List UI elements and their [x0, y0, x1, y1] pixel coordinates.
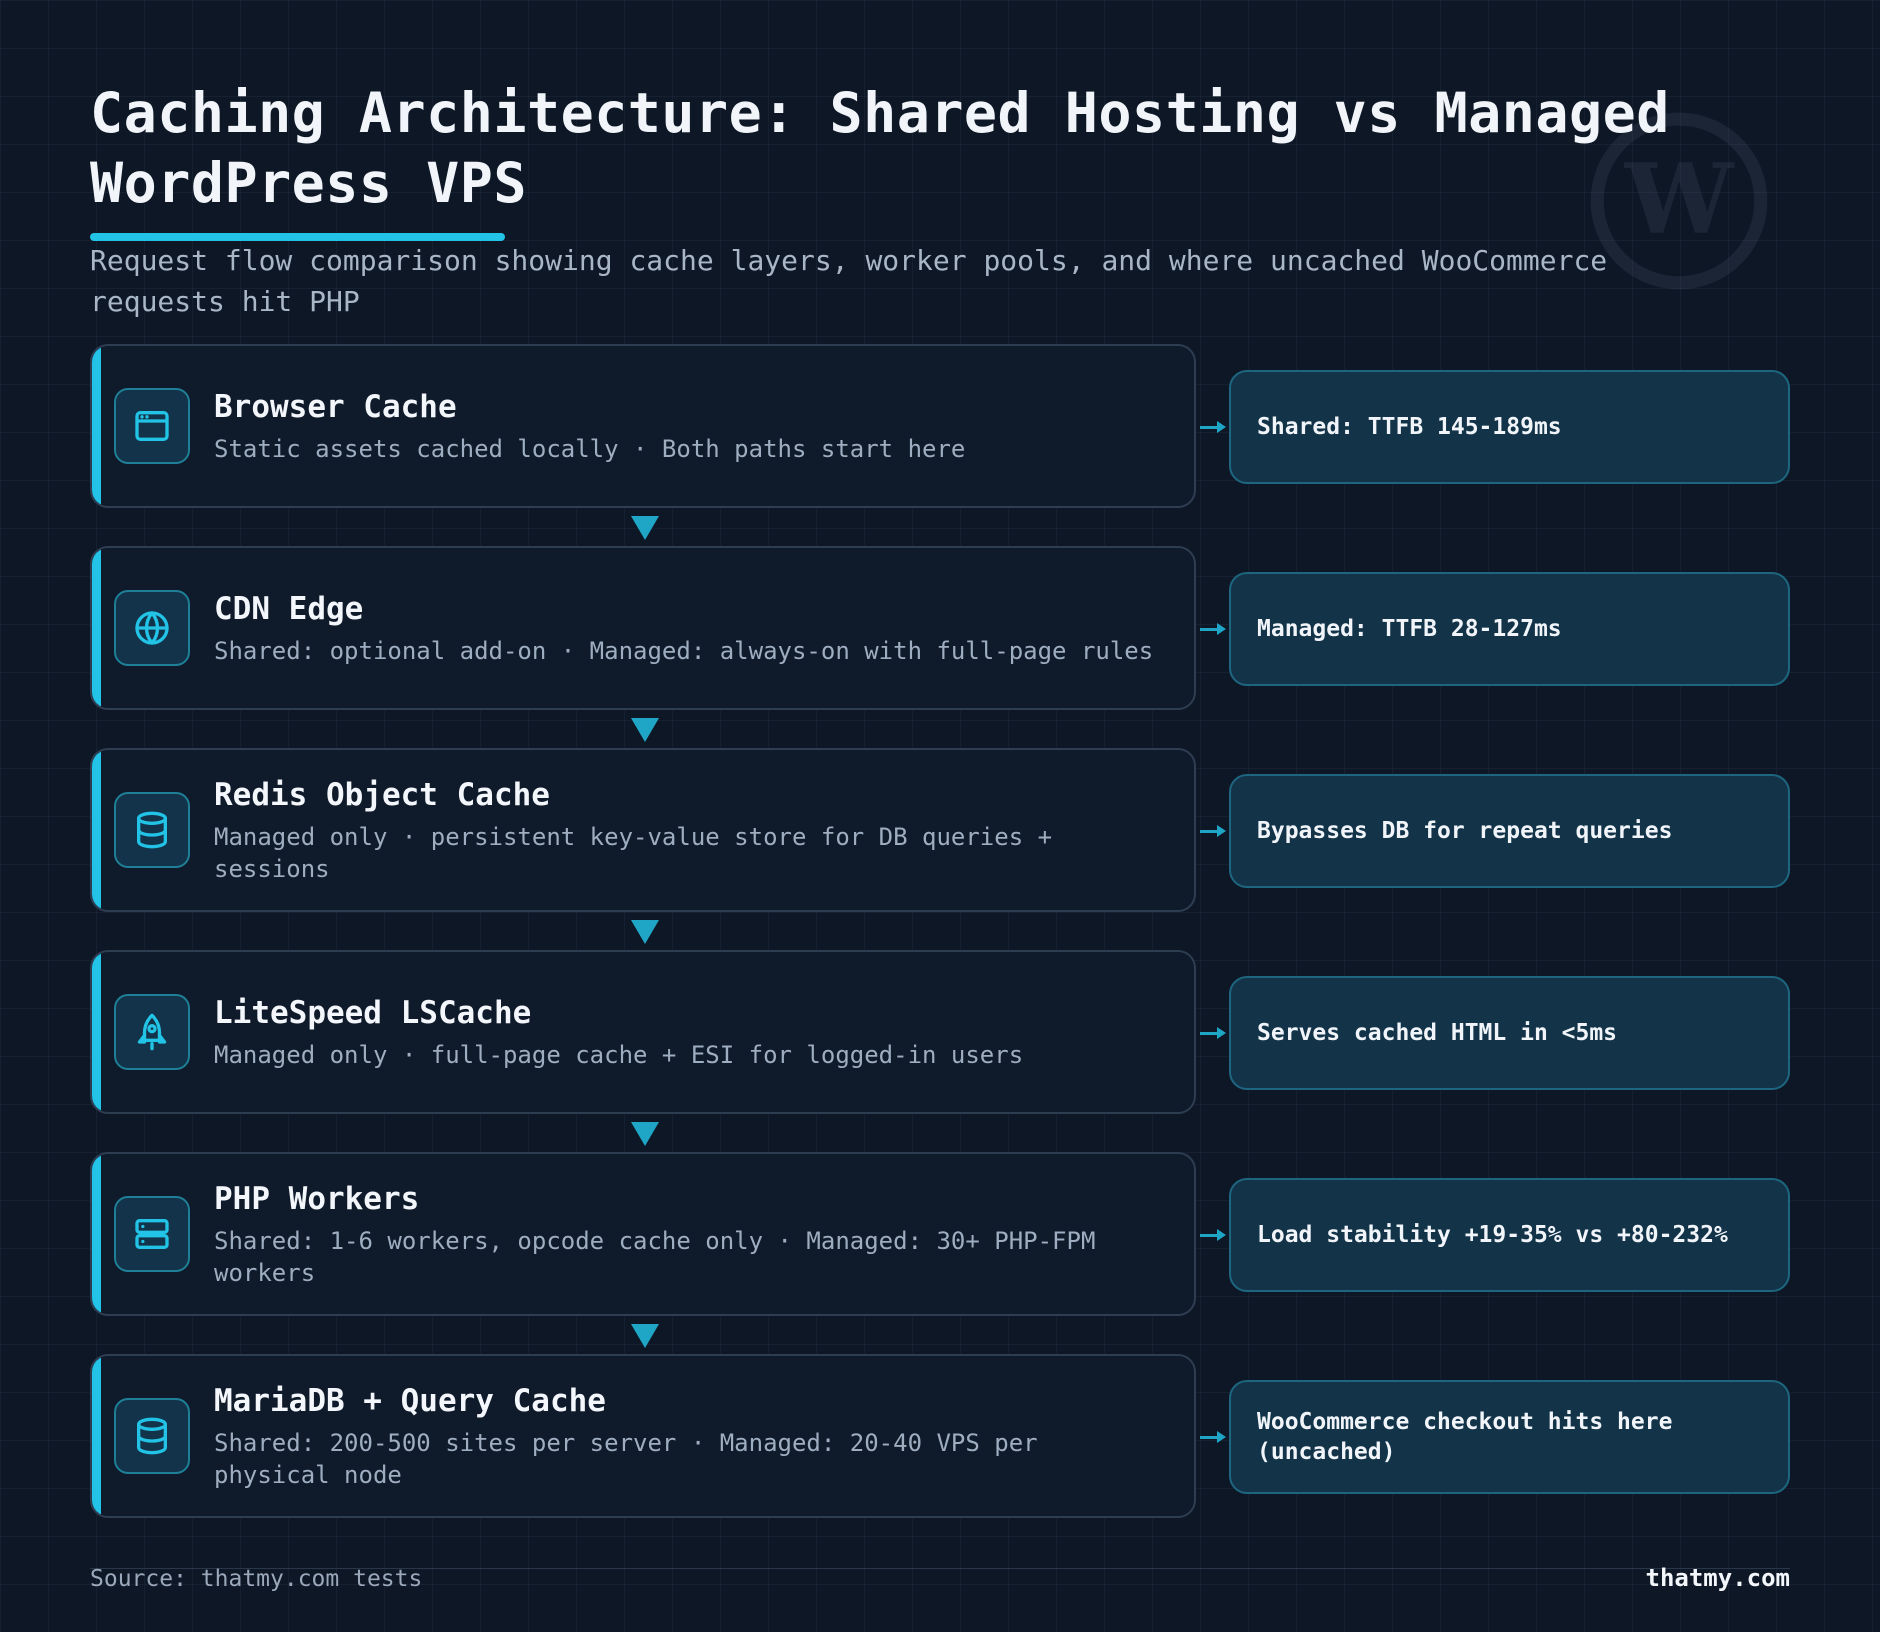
- flow-down-arrow: [631, 516, 659, 540]
- connector-arrow: [1200, 421, 1226, 433]
- globe-icon: [114, 590, 190, 666]
- server-icon: [114, 1196, 190, 1272]
- stage-name: CDN Edge: [214, 591, 364, 627]
- stage-description: Shared: 1-6 workers, opcode cache only ·…: [214, 1227, 1096, 1287]
- stage-card-php-workers: PHP Workers Shared: 1-6 workers, opcode …: [90, 1152, 1196, 1316]
- stage-name: Redis Object Cache: [214, 777, 550, 813]
- stage-name: Browser Cache: [214, 389, 457, 425]
- flow-down-arrow: [631, 718, 659, 742]
- metric-text: Serves cached HTML in <5ms: [1257, 1020, 1618, 1046]
- database-icon: [114, 1398, 190, 1474]
- connector-arrow: [1200, 1431, 1226, 1443]
- stage-card-litespeed-lscache: LiteSpeed LSCache Managed only · full-pa…: [90, 950, 1196, 1114]
- page-subtitle: Request flow comparison showing cache la…: [90, 244, 1608, 318]
- stage-accent-bar: [92, 346, 101, 506]
- stage-name: PHP Workers: [214, 1181, 420, 1217]
- stage-accent-bar: [92, 548, 101, 708]
- metric-text: Bypasses DB for repeat queries: [1257, 818, 1673, 844]
- stage-card-cdn-edge: CDN Edge Shared: optional add-on · Manag…: [90, 546, 1196, 710]
- browser-window-icon: [114, 388, 190, 464]
- stage-accent-bar: [92, 952, 101, 1112]
- metric-card-litespeed-lscache: Serves cached HTML in <5ms: [1229, 976, 1790, 1090]
- stage-description: Managed only · full-page cache + ESI for…: [214, 1041, 1024, 1069]
- flow-down-arrow: [631, 1122, 659, 1146]
- connector-arrow: [1200, 623, 1226, 635]
- metric-card-php-workers: Load stability +19-35% vs +80-232%: [1229, 1178, 1790, 1292]
- flow-down-arrow: [631, 920, 659, 944]
- stage-name: MariaDB + Query Cache: [214, 1383, 606, 1419]
- stage-accent-bar: [92, 1154, 101, 1314]
- connector-arrow: [1200, 1027, 1226, 1039]
- metric-text: Load stability +19-35% vs +80-232%: [1257, 1222, 1728, 1248]
- metric-card-cdn-edge: Managed: TTFB 28-127ms: [1229, 572, 1790, 686]
- database-icon: [114, 792, 190, 868]
- stage-card-browser-cache: Browser Cache Static assets cached local…: [90, 344, 1196, 508]
- flow-down-arrow: [631, 1324, 659, 1348]
- metric-card-mariadb-query-cache: WooCommerce checkout hits here (uncached…: [1229, 1380, 1790, 1494]
- stage-description: Shared: 200-500 sites per server · Manag…: [214, 1429, 1038, 1489]
- source-note: Source: thatmy.com tests: [90, 1566, 423, 1592]
- metric-card-browser-cache: Shared: TTFB 145-189ms: [1229, 370, 1790, 484]
- stage-accent-bar: [92, 1356, 101, 1516]
- brand-label: thatmy.com: [1645, 1564, 1791, 1592]
- stage-card-mariadb-query-cache: MariaDB + Query Cache Shared: 200-500 si…: [90, 1354, 1196, 1518]
- connector-arrow: [1200, 825, 1226, 837]
- stage-description: Static assets cached locally · Both path…: [214, 435, 966, 463]
- stage-accent-bar: [92, 750, 101, 910]
- page-title: Caching Architecture: Shared Hosting vs …: [90, 81, 1670, 215]
- stage-description: Managed only · persistent key-value stor…: [214, 823, 1053, 883]
- stage-card-redis-object-cache: Redis Object Cache Managed only · persis…: [90, 748, 1196, 912]
- metric-text: Shared: TTFB 145-189ms: [1257, 414, 1562, 440]
- rocket-icon: [114, 994, 190, 1070]
- metric-card-redis-object-cache: Bypasses DB for repeat queries: [1229, 774, 1790, 888]
- stage-name: LiteSpeed LSCache: [214, 995, 532, 1031]
- stage-description: Shared: optional add-on · Managed: alway…: [214, 637, 1154, 665]
- metric-text: Managed: TTFB 28-127ms: [1257, 616, 1562, 642]
- metric-text: WooCommerce checkout hits here (uncached…: [1257, 1409, 1673, 1465]
- connector-arrow: [1200, 1229, 1226, 1241]
